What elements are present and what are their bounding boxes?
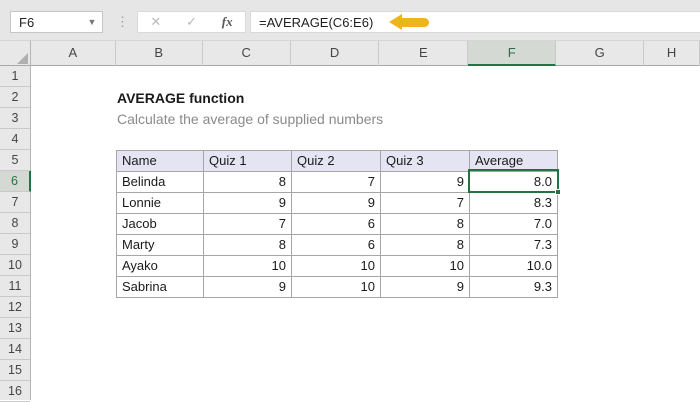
cell-c9[interactable]: 8 [204, 235, 292, 256]
column-header-f-selected[interactable]: F [468, 41, 557, 66]
cell-c7[interactable]: 9 [204, 193, 292, 214]
row-header-1[interactable]: 1 [0, 66, 30, 87]
cell-b8-name[interactable]: Jacob [117, 214, 204, 235]
select-all-triangle-icon [16, 53, 28, 64]
name-box-value: F6 [19, 14, 35, 30]
column-header-d[interactable]: D [291, 41, 380, 66]
row-header-8[interactable]: 8 [0, 213, 30, 234]
column-header-b[interactable]: B [116, 41, 203, 66]
cancel-icon[interactable]: ✕ [150, 14, 161, 30]
formula-text: =AVERAGE(C6:E6) [259, 14, 374, 30]
table-header-quiz2[interactable]: Quiz 2 [292, 151, 381, 172]
row-header-15[interactable]: 15 [0, 360, 30, 381]
name-box[interactable]: F6 ▼ [10, 11, 103, 33]
toolbar-separator-dots-icon: ⋮ [116, 14, 129, 29]
cell-e10[interactable]: 10 [381, 256, 470, 277]
cell-d8[interactable]: 6 [292, 214, 381, 235]
enter-icon[interactable]: ✓ [186, 14, 197, 30]
formula-buttons: ✕ ✓ fx [137, 11, 246, 33]
fill-handle[interactable] [555, 189, 561, 195]
row-header-10[interactable]: 10 [0, 255, 30, 276]
row-header-4[interactable]: 4 [0, 129, 30, 150]
cell-b7-name[interactable]: Lonnie [117, 193, 204, 214]
row-header-12[interactable]: 12 [0, 297, 30, 318]
cell-b10-name[interactable]: Ayako [117, 256, 204, 277]
cell-d7[interactable]: 9 [292, 193, 381, 214]
column-header-h[interactable]: H [644, 41, 700, 66]
cell-e7[interactable]: 7 [381, 193, 470, 214]
cell-d9[interactable]: 6 [292, 235, 381, 256]
cell-f7-average[interactable]: 8.3 [470, 193, 558, 214]
cell-f10-average[interactable]: 10.0 [470, 256, 558, 277]
cell-f9-average[interactable]: 7.3 [470, 235, 558, 256]
formula-bar[interactable]: =AVERAGE(C6:E6) [250, 11, 700, 33]
row-header-13[interactable]: 13 [0, 318, 30, 339]
cell-e6[interactable]: 9 [381, 172, 470, 193]
cell-e11[interactable]: 9 [381, 277, 470, 298]
column-headers: A B C D E F G H [0, 40, 700, 66]
insert-function-icon[interactable]: fx [222, 14, 233, 30]
cell-d10[interactable]: 10 [292, 256, 381, 277]
table-header-quiz3[interactable]: Quiz 3 [381, 151, 470, 172]
column-header-a[interactable]: A [31, 41, 116, 66]
row-header-6-selected[interactable]: 6 [0, 171, 31, 192]
chevron-down-icon[interactable]: ▼ [82, 17, 102, 27]
cell-b9-name[interactable]: Marty [117, 235, 204, 256]
cell-c10[interactable]: 10 [204, 256, 292, 277]
cell-d6[interactable]: 7 [292, 172, 381, 193]
column-header-e[interactable]: E [379, 41, 469, 66]
row-header-11[interactable]: 11 [0, 276, 30, 297]
table-header-name[interactable]: Name [117, 151, 204, 172]
cell-d11[interactable]: 10 [292, 277, 381, 298]
row-header-16[interactable]: 16 [0, 381, 30, 402]
cell-f11-average[interactable]: 9.3 [470, 277, 558, 298]
cell-b6-name[interactable]: Belinda [117, 172, 204, 193]
row-headers: 1 2 3 4 5 6 7 8 9 10 11 12 13 14 15 16 [0, 66, 31, 402]
row-header-7[interactable]: 7 [0, 192, 30, 213]
cell-c6[interactable]: 8 [204, 172, 292, 193]
row-header-2[interactable]: 2 [0, 87, 30, 108]
row-header-9[interactable]: 9 [0, 234, 30, 255]
cell-e8[interactable]: 8 [381, 214, 470, 235]
formula-toolbar: F6 ▼ ⋮ ✕ ✓ fx =AVERAGE(C6:E6) [0, 0, 700, 40]
cell-b11-name[interactable]: Sabrina [117, 277, 204, 298]
cell-c8[interactable]: 7 [204, 214, 292, 235]
cell-f8-average[interactable]: 7.0 [470, 214, 558, 235]
annotation-arrow-left-icon [389, 14, 430, 30]
row-header-3[interactable]: 3 [0, 108, 30, 129]
select-all-corner[interactable] [0, 41, 31, 66]
column-header-c[interactable]: C [203, 41, 291, 66]
page-subtitle: Calculate the average of supplied number… [117, 111, 384, 127]
column-header-g[interactable]: G [556, 41, 645, 66]
row-header-14[interactable]: 14 [0, 339, 30, 360]
cell-e9[interactable]: 8 [381, 235, 470, 256]
page-title: AVERAGE function [117, 90, 245, 106]
selected-cell-border-f6[interactable] [468, 169, 561, 195]
row-header-5[interactable]: 5 [0, 150, 30, 171]
cell-c11[interactable]: 9 [204, 277, 292, 298]
table-header-quiz1[interactable]: Quiz 1 [204, 151, 292, 172]
